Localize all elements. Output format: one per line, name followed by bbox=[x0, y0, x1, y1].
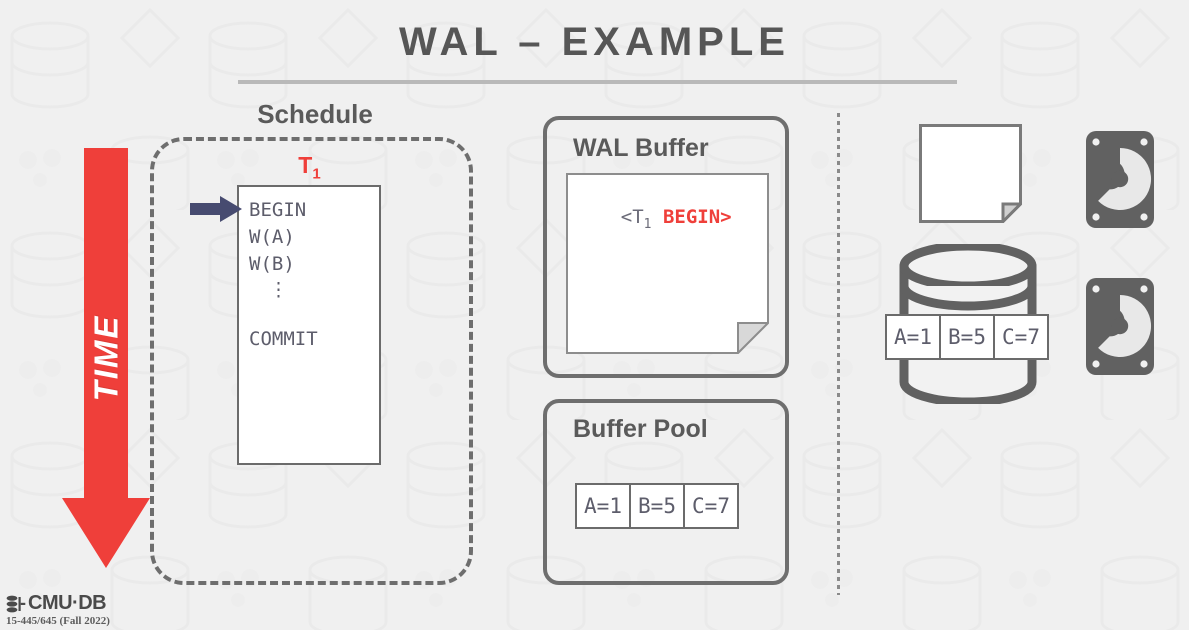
time-arrow-icon bbox=[62, 148, 150, 568]
volatile-durable-divider bbox=[837, 113, 840, 595]
schedule-op-spacer bbox=[249, 302, 379, 326]
cmu-db-logo: CMU·DB bbox=[6, 592, 110, 615]
transaction-subscript: 1 bbox=[312, 165, 321, 183]
wal-record-body: BEGIN> bbox=[662, 206, 732, 228]
slide-canvas: WAL – EXAMPLE TIME Schedule T1 BEGIN W(A… bbox=[0, 0, 1189, 630]
footer: CMU·DB 15-445/645 (Fall 2022) bbox=[6, 592, 110, 627]
disk-database-slot-row: A=1 B=5 C=7 bbox=[885, 314, 1049, 360]
schedule-op-begin: BEGIN bbox=[249, 199, 307, 221]
title-divider bbox=[238, 80, 957, 84]
disk-slot: A=1 bbox=[885, 314, 941, 360]
hard-drive-icon bbox=[1086, 278, 1154, 375]
wal-record-subscript: 1 bbox=[643, 216, 652, 232]
schedule-operations-list: BEGIN W(A) W(B) ⋮ COMMIT bbox=[237, 185, 381, 465]
current-operation-arrow-icon bbox=[190, 196, 242, 222]
buffer-pool-slot: A=1 bbox=[575, 483, 631, 529]
buffer-pool-slot-row: A=1 B=5 C=7 bbox=[575, 483, 739, 529]
schedule-title: Schedule bbox=[257, 99, 373, 129]
wal-log-record: <T1 BEGIN> bbox=[575, 184, 732, 254]
buffer-pool-title: Buffer Pool bbox=[573, 415, 708, 443]
brand-text: CMU·DB bbox=[28, 592, 107, 614]
transaction-label: T1 bbox=[237, 152, 382, 183]
wal-buffer-title: WAL Buffer bbox=[573, 134, 709, 162]
schedule-op-write-b: W(B) bbox=[249, 253, 295, 275]
buffer-pool-slot: B=5 bbox=[629, 483, 685, 529]
disk-slot: C=7 bbox=[993, 314, 1049, 360]
schedule-op-write-a: W(A) bbox=[249, 226, 295, 248]
transaction-name: T bbox=[298, 152, 313, 178]
course-label: 15-445/645 (Fall 2022) bbox=[6, 615, 110, 627]
disk-log-page-icon bbox=[919, 124, 1022, 223]
schedule-op-ellipsis: ⋮ bbox=[269, 279, 288, 301]
wal-record-open: <T bbox=[620, 206, 644, 228]
schedule-op-commit: COMMIT bbox=[249, 328, 318, 350]
hard-drive-icon bbox=[1086, 131, 1154, 228]
disk-slot: B=5 bbox=[939, 314, 995, 360]
buffer-pool-slot: C=7 bbox=[683, 483, 739, 529]
page-title: WAL – EXAMPLE bbox=[399, 20, 790, 64]
database-logo-icon bbox=[6, 595, 26, 612]
